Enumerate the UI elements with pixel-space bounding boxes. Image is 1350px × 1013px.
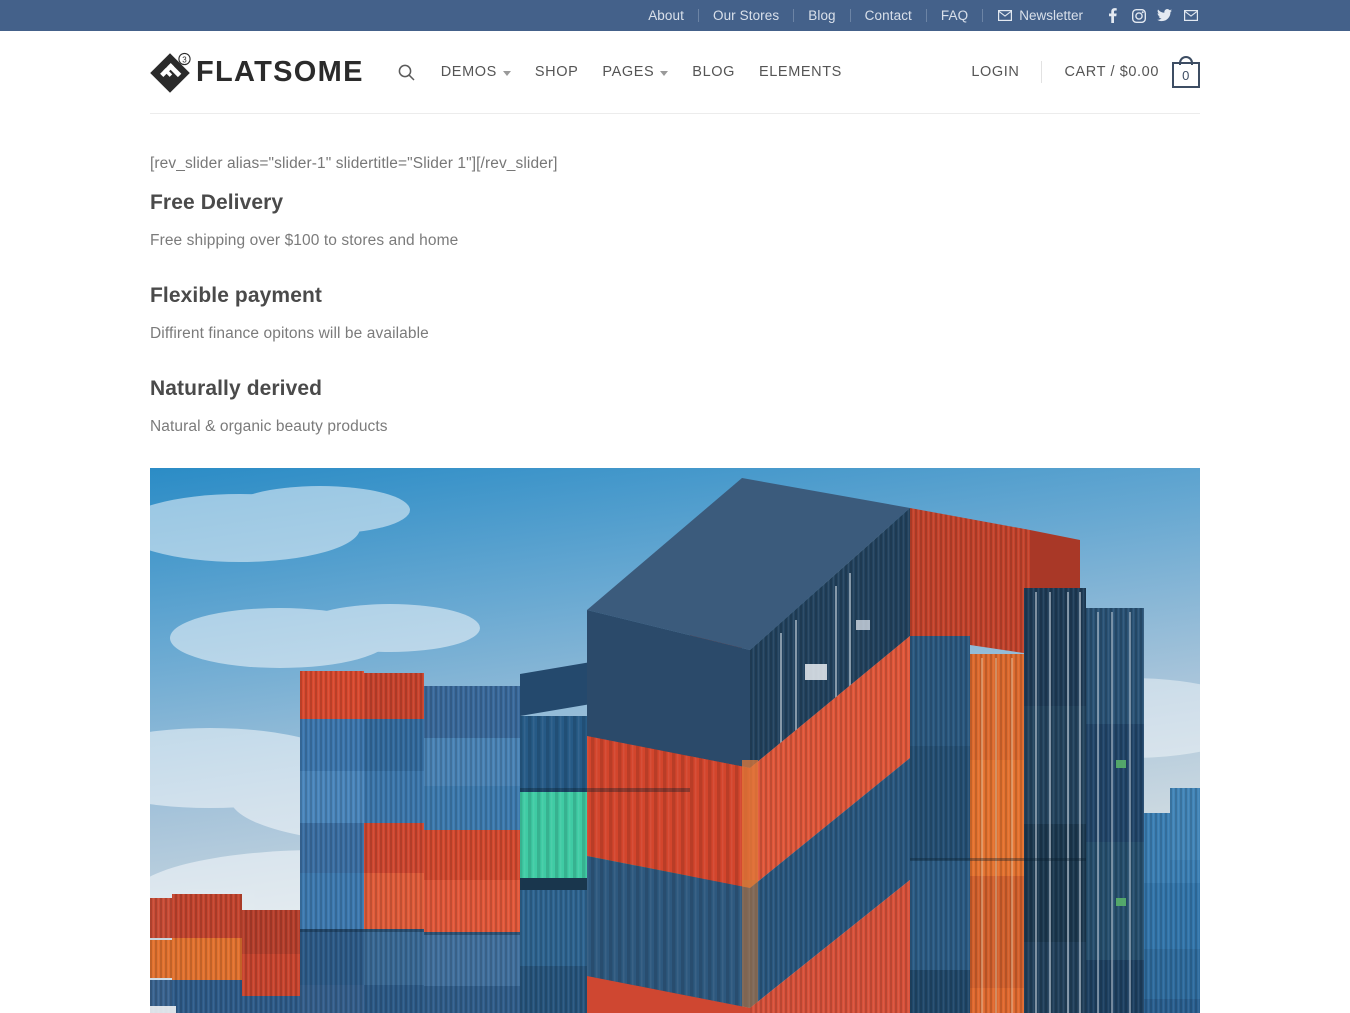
envelope-icon <box>997 8 1012 23</box>
nav-item-elements[interactable]: ELEMENTS <box>747 64 854 80</box>
cart-button[interactable]: CART / $0.00 0 <box>1042 56 1200 88</box>
bag-handle <box>1179 56 1193 65</box>
logo-wordmark: FLATSOME <box>196 55 364 88</box>
topbar-link-about[interactable]: About <box>634 0 698 31</box>
newsletter-label: Newsletter <box>1019 8 1083 23</box>
nav-label: DEMOS <box>440 64 497 80</box>
topbar: About Our Stores Blog Contact FAQ Newsle… <box>0 0 1350 31</box>
nav-label: BLOG <box>692 64 735 80</box>
login-button[interactable]: LOGIN <box>971 64 1041 80</box>
topbar-link-blog[interactable]: Blog <box>794 0 849 31</box>
text-flexible-payment: Diffirent finance opitons will be availa… <box>150 324 429 342</box>
topbar-link-faq[interactable]: FAQ <box>927 0 982 31</box>
site-logo[interactable]: 3 FLATSOME <box>150 49 364 95</box>
instagram-icon[interactable] <box>1131 8 1146 23</box>
site-header: 3 FLATSOME DEMOS SHOP PAGES BLOG ELEMENT… <box>0 31 1350 113</box>
text-free-delivery: Free shipping over $100 to stores and ho… <box>150 231 459 249</box>
search-icon[interactable] <box>398 64 429 81</box>
main-content: [rev_slider alias="slider-1" slidertitle… <box>0 114 1350 1013</box>
cart-count-badge: 0 <box>1172 62 1200 88</box>
nav-item-shop[interactable]: SHOP <box>523 64 591 80</box>
nav-item-pages[interactable]: PAGES <box>590 64 680 80</box>
chevron-down-icon <box>502 70 511 76</box>
flatsome-diamond-icon: 3 <box>150 49 196 95</box>
hero-image-shipping-containers <box>150 467 1200 1013</box>
twitter-icon[interactable] <box>1157 8 1172 23</box>
heading-naturally-derived: Naturally derived <box>150 376 323 400</box>
container-stack-illustration <box>150 467 1200 1013</box>
nav-label: SHOP <box>534 64 579 80</box>
cart-label: CART / $0.00 <box>1064 64 1159 80</box>
nav-label: PAGES <box>602 64 655 80</box>
text-naturally-derived: Natural & organic beauty products <box>150 417 388 435</box>
heading-flexible-payment: Flexible payment <box>150 283 322 307</box>
newsletter-link[interactable]: Newsletter <box>983 8 1097 23</box>
facebook-icon[interactable] <box>1105 8 1120 23</box>
heading-free-delivery: Free Delivery <box>150 190 284 214</box>
nav-label: ELEMENTS <box>759 64 842 80</box>
topbar-link-contact[interactable]: Contact <box>851 0 926 31</box>
shopping-bag-icon: 0 <box>1172 56 1200 88</box>
main-navigation: DEMOS SHOP PAGES BLOG ELEMENTS <box>398 31 854 113</box>
topbar-nav: About Our Stores Blog Contact FAQ Newsle… <box>634 0 1198 31</box>
svg-text:3: 3 <box>182 55 187 64</box>
revslider-shortcode-text: [rev_slider alias="slider-1" slidertitle… <box>150 155 558 172</box>
social-links <box>1097 8 1198 23</box>
chevron-down-icon <box>660 70 669 76</box>
header-actions: LOGIN CART / $0.00 0 <box>971 56 1200 88</box>
topbar-link-our-stores[interactable]: Our Stores <box>699 0 793 31</box>
nav-item-blog[interactable]: BLOG <box>680 64 747 80</box>
nav-item-demos[interactable]: DEMOS <box>429 64 523 80</box>
email-icon[interactable] <box>1183 8 1198 23</box>
